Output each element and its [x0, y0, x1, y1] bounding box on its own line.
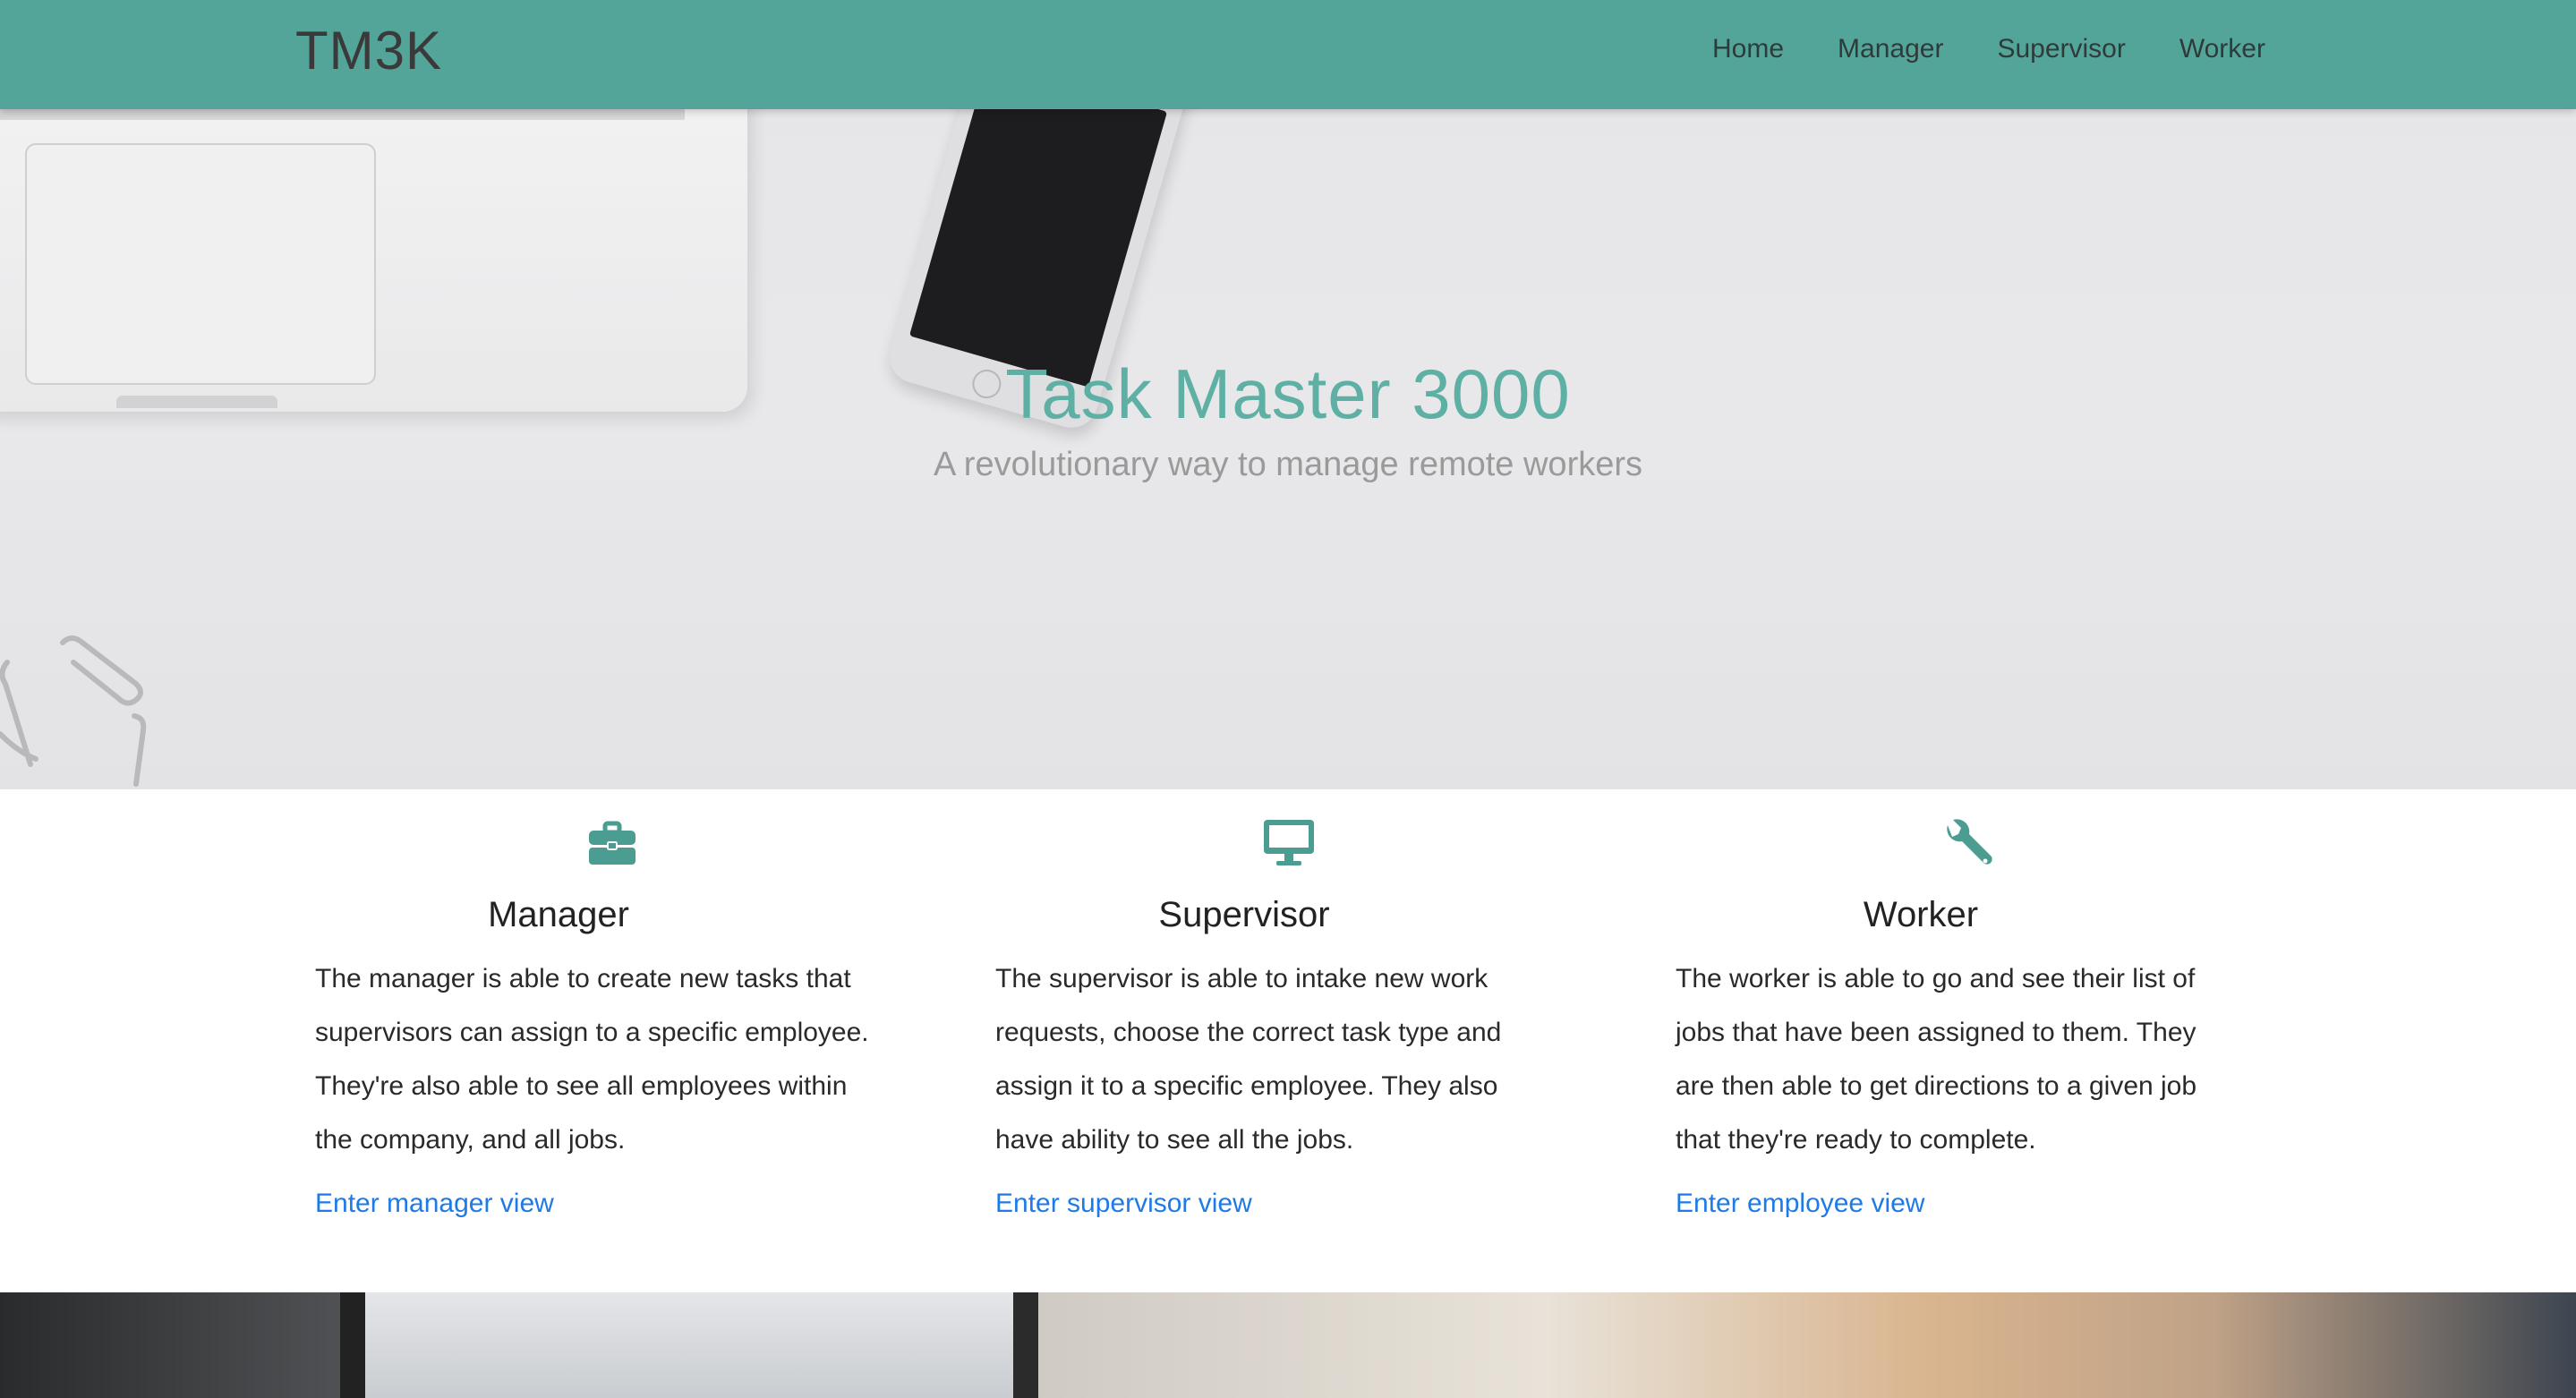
nav-links: Home Manager Supervisor Worker — [1712, 34, 2265, 64]
desktop-icon — [1264, 820, 1314, 865]
feature-description: The worker is able to go and see their l… — [1676, 964, 2197, 1155]
enter-supervisor-view-link[interactable]: Enter supervisor view — [995, 1189, 1252, 1219]
monitor-image — [340, 1292, 1038, 1398]
briefcase-icon — [589, 821, 635, 865]
feature-title: Manager — [488, 895, 629, 934]
feature-title: Supervisor — [1158, 895, 1330, 934]
enter-employee-view-link[interactable]: Enter employee view — [1676, 1189, 1924, 1219]
enter-manager-view-link[interactable]: Enter manager view — [315, 1189, 554, 1219]
features-section: Manager The manager is able to create ne… — [0, 789, 2576, 1292]
nav-link-worker[interactable]: Worker — [2179, 34, 2265, 64]
nav-link-supervisor[interactable]: Supervisor — [1997, 34, 2125, 64]
wrench-icon — [1947, 819, 1992, 865]
brand-logo[interactable]: TM3K — [295, 20, 442, 81]
phone-screen — [908, 60, 1168, 388]
paperclips-image — [0, 635, 147, 787]
hero-subtitle: A revolutionary way to manage remote wor… — [933, 446, 1643, 483]
hero-section: Task Master 3000 A revolutionary way to … — [0, 0, 2576, 789]
strip-dark-area — [0, 1292, 340, 1398]
feature-description: The manager is able to create new tasks … — [315, 964, 869, 1155]
bottom-banner-image — [0, 1292, 2576, 1398]
navbar: TM3K Home Manager Supervisor Worker — [0, 0, 2576, 109]
laptop-trackpad — [25, 143, 376, 385]
feature-title: Worker — [1863, 895, 1979, 934]
nav-link-home[interactable]: Home — [1712, 34, 1784, 64]
nav-link-manager[interactable]: Manager — [1838, 34, 1943, 64]
feature-description: The supervisor is able to intake new wor… — [995, 964, 1502, 1155]
hero-title: Task Master 3000 — [1005, 354, 1571, 433]
